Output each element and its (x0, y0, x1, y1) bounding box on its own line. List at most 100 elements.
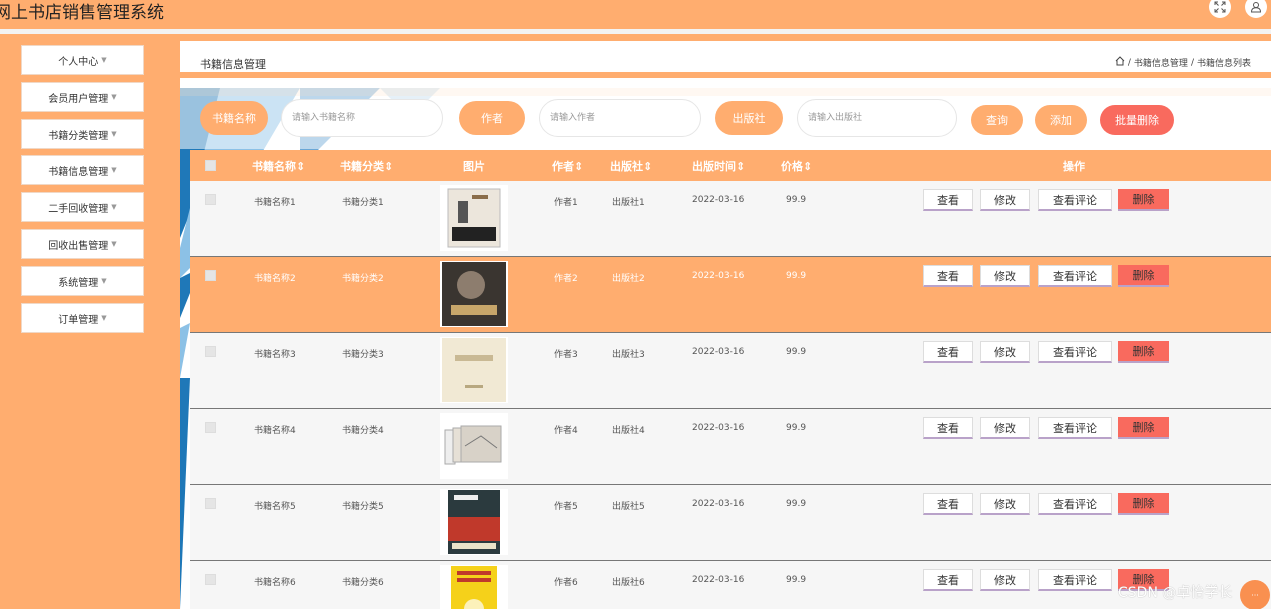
book-name: 书籍名称1 (254, 198, 296, 208)
book-name-input[interactable] (281, 99, 443, 137)
fullscreen-icon[interactable] (1209, 0, 1231, 18)
column-header-author[interactable]: 作者⇕ (552, 158, 583, 174)
edit-button[interactable]: 修改 (980, 189, 1030, 211)
book-name: 书籍名称6 (254, 578, 296, 588)
edit-button[interactable]: 修改 (980, 265, 1030, 287)
book-cover-image (440, 337, 508, 403)
view-comments-button[interactable]: 查看评论 (1038, 417, 1112, 439)
sidebar-item-system[interactable]: 系统管理 ▼ (21, 266, 144, 296)
main-content: 书籍名称 作者 出版社 查询 添加 批量删除 书籍名称⇕ 书籍分类⇕ 图片 作者… (180, 78, 1271, 609)
book-publisher: 出版社3 (612, 350, 645, 360)
view-button[interactable]: 查看 (923, 341, 973, 363)
book-name-label: 书籍名称 (200, 101, 268, 135)
author-label: 作者 (459, 101, 525, 135)
book-price: 99.9 (786, 499, 807, 509)
user-icon[interactable] (1245, 0, 1267, 18)
sort-icon[interactable]: ⇕ (736, 160, 745, 173)
view-comments-button[interactable]: 查看评论 (1038, 493, 1112, 515)
edit-button[interactable]: 修改 (980, 569, 1030, 591)
column-header-category[interactable]: 书籍分类⇕ (340, 158, 393, 174)
batch-delete-button[interactable]: 批量删除 (1100, 105, 1174, 135)
caret-down-icon: ▼ (111, 93, 117, 101)
sort-icon[interactable]: ⇕ (296, 160, 305, 173)
column-label: 出版社 (610, 160, 643, 173)
delete-button[interactable]: 删除 (1118, 265, 1169, 287)
sidebar-item-recycle-sales[interactable]: 回收出售管理 ▼ (21, 229, 144, 259)
table-row[interactable]: 书籍名称3 书籍分类3 作者3 出版社3 2022-03-16 99.9 查看 … (190, 333, 1271, 409)
chat-float-icon[interactable]: ··· (1240, 580, 1270, 609)
delete-button[interactable]: 删除 (1118, 189, 1169, 211)
column-header-publisher[interactable]: 出版社⇕ (610, 158, 652, 174)
sort-icon[interactable]: ⇕ (574, 160, 583, 173)
row-checkbox[interactable] (205, 498, 216, 509)
select-all-checkbox[interactable] (205, 160, 216, 171)
table-row[interactable]: 书籍名称1 书籍分类1 作者1 出版社1 2022-03-16 99.9 查看 … (190, 181, 1271, 257)
row-checkbox[interactable] (205, 422, 216, 433)
column-header-name[interactable]: 书籍名称⇕ (252, 158, 305, 174)
column-header-price[interactable]: 价格⇕ (781, 158, 812, 174)
book-category: 书籍分类1 (342, 198, 384, 208)
sidebar-item-book-info[interactable]: 书籍信息管理 ▼ (21, 155, 144, 185)
sidebar-item-members[interactable]: 会员用户管理 ▼ (21, 82, 144, 112)
column-label: 书籍名称 (252, 160, 296, 173)
book-price: 99.9 (786, 347, 807, 357)
view-comments-button[interactable]: 查看评论 (1038, 265, 1112, 287)
sort-icon[interactable]: ⇕ (384, 160, 393, 173)
delete-button[interactable]: 删除 (1118, 493, 1169, 515)
publisher-input[interactable] (797, 99, 957, 137)
sort-icon[interactable]: ⇕ (803, 160, 812, 173)
row-checkbox[interactable] (205, 194, 216, 205)
view-button[interactable]: 查看 (923, 493, 973, 515)
edit-button[interactable]: 修改 (980, 417, 1030, 439)
book-author: 作者4 (554, 426, 578, 436)
book-author: 作者5 (554, 502, 578, 512)
book-category: 书籍分类2 (342, 274, 384, 284)
view-button[interactable]: 查看 (923, 265, 973, 287)
column-label: 作者 (552, 160, 574, 173)
home-icon[interactable] (1115, 56, 1125, 69)
breadcrumb-level1[interactable]: 书籍信息管理 (1134, 56, 1188, 69)
book-author: 作者3 (554, 350, 578, 360)
sidebar-item-orders[interactable]: 订单管理 ▼ (21, 303, 144, 333)
delete-button[interactable]: 删除 (1118, 417, 1169, 439)
breadcrumb: / 书籍信息管理 / 书籍信息列表 (1115, 56, 1251, 69)
column-header-pub-date[interactable]: 出版时间⇕ (692, 158, 745, 174)
table-row[interactable]: 书籍名称6 书籍分类6 作者6 出版社6 2022-03-16 99.9 查看 … (190, 561, 1271, 609)
page-header: 书籍信息管理 / 书籍信息管理 / 书籍信息列表 (180, 41, 1271, 72)
book-name: 书籍名称4 (254, 426, 296, 436)
book-pub-date: 2022-03-16 (692, 195, 745, 205)
delete-button[interactable]: 删除 (1118, 341, 1169, 363)
view-comments-button[interactable]: 查看评论 (1038, 341, 1112, 363)
book-pub-date: 2022-03-16 (692, 499, 745, 509)
row-checkbox[interactable] (205, 346, 216, 357)
table-row[interactable]: 书籍名称2 书籍分类2 作者2 出版社2 2022-03-16 99.9 查看 … (190, 257, 1271, 333)
book-publisher: 出版社5 (612, 502, 645, 512)
caret-down-icon: ▼ (101, 314, 107, 322)
row-checkbox[interactable] (205, 270, 216, 281)
watermark: CSDN @卓怡学长 (1118, 585, 1233, 601)
book-author: 作者1 (554, 198, 578, 208)
sidebar-item-label: 回收出售管理 (48, 240, 109, 252)
edit-button[interactable]: 修改 (980, 341, 1030, 363)
add-button[interactable]: 添加 (1035, 105, 1087, 135)
edit-button[interactable]: 修改 (980, 493, 1030, 515)
sidebar-item-recycling[interactable]: 二手回收管理 ▼ (21, 192, 144, 222)
sidebar-item-personal-center[interactable]: 个人中心 ▼ (21, 45, 144, 75)
author-input[interactable] (539, 99, 701, 137)
book-cover-image (440, 261, 508, 327)
view-button[interactable]: 查看 (923, 189, 973, 211)
book-pub-date: 2022-03-16 (692, 423, 745, 433)
top-bar: 网上书店销售管理系统 (0, 0, 1271, 29)
table-header: 书籍名称⇕ 书籍分类⇕ 图片 作者⇕ 出版社⇕ 出版时间⇕ 价格⇕ 操作 (190, 150, 1271, 181)
sort-icon[interactable]: ⇕ (643, 160, 652, 173)
view-button[interactable]: 查看 (923, 569, 973, 591)
table-row[interactable]: 书籍名称5 书籍分类5 作者5 出版社5 2022-03-16 99.9 查看 … (190, 485, 1271, 561)
view-button[interactable]: 查看 (923, 417, 973, 439)
view-comments-button[interactable]: 查看评论 (1038, 569, 1112, 591)
table-row[interactable]: 书籍名称4 书籍分类4 作者4 出版社4 2022-03-16 99.9 查看 … (190, 409, 1271, 485)
sidebar-item-book-categories[interactable]: 书籍分类管理 ▼ (21, 119, 144, 149)
view-comments-button[interactable]: 查看评论 (1038, 189, 1112, 211)
row-checkbox[interactable] (205, 574, 216, 585)
query-button[interactable]: 查询 (971, 105, 1023, 135)
book-category: 书籍分类5 (342, 502, 384, 512)
